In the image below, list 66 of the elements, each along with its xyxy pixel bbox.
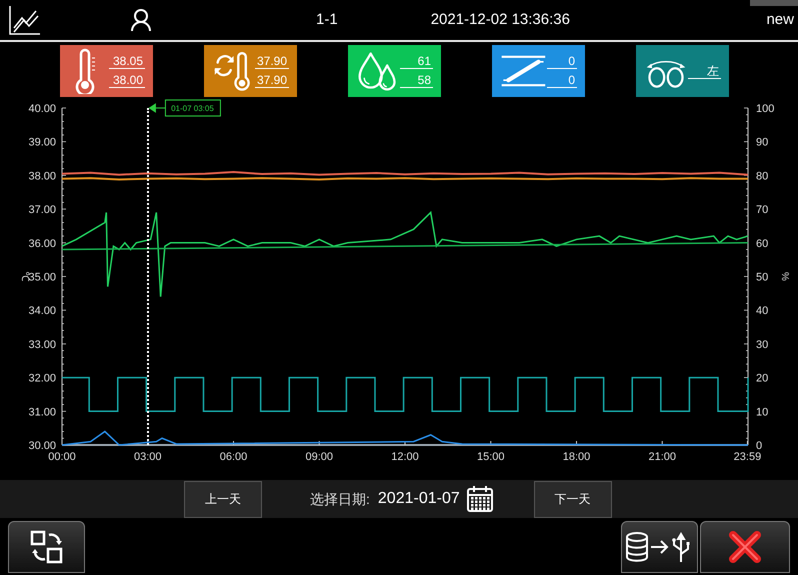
tick-label: 40: [756, 305, 768, 318]
tick-label: 50: [756, 272, 768, 284]
tick-label: 30.00: [28, 440, 56, 452]
tick-label: 34.00: [28, 305, 56, 318]
date-time: 2021-12-02 13:36:36: [430, 10, 570, 30]
status-card[interactable]: 37.90 37.90: [204, 45, 297, 97]
close-icon: [728, 530, 762, 564]
reading-value: 38.00: [109, 73, 145, 88]
tick-label: 38.00: [28, 170, 56, 182]
reading-value: 58: [400, 73, 433, 88]
axis-label: %: [779, 272, 790, 281]
tick-label: 18:00: [562, 451, 590, 463]
tick-label: 90: [756, 136, 768, 149]
close-button[interactable]: [700, 521, 790, 573]
station-number: 1-1: [316, 10, 338, 30]
status-card[interactable]: 61 58: [348, 45, 441, 97]
tick-label: 30: [756, 338, 768, 351]
reading-value: 左: [688, 64, 721, 78]
cursor-line[interactable]: [147, 108, 150, 445]
reading-value: 0: [546, 73, 577, 88]
tick-label: 10: [756, 406, 768, 418]
tick-label: 60: [756, 238, 768, 250]
tick-label: 03:00: [134, 451, 162, 463]
tick-label: 80: [756, 170, 768, 182]
previous-day-button[interactable]: 上一天: [184, 480, 262, 518]
tick-label: 35.00: [28, 272, 56, 284]
annotation: 01-07 03:05: [171, 104, 214, 113]
cursor-label: 01-07 03:05: [148, 100, 221, 116]
tick-label: 21:00: [648, 451, 676, 463]
date-label: 选择日期:: [310, 490, 370, 508]
tick-label: 20: [756, 372, 768, 385]
tick-label: 36.00: [28, 238, 56, 250]
reading-value: 37.90: [255, 73, 289, 88]
trend-chart-icon[interactable]: [8, 4, 42, 36]
tick-label: 0: [756, 440, 762, 452]
tick-label: 40.00: [28, 103, 56, 115]
tick-label: 31.00: [28, 406, 56, 418]
axis-label: ℃: [19, 272, 30, 282]
status-card[interactable]: 38.05 38.00: [60, 45, 153, 97]
status-card[interactable]: 0 0: [492, 45, 585, 97]
status-card[interactable]: 左: [636, 45, 729, 97]
tick-label: 37.00: [28, 204, 56, 216]
tick-label: 32.00: [28, 372, 56, 385]
tick-label: 09:00: [305, 451, 334, 463]
reading-value: 38.05: [109, 54, 145, 69]
swap-view-button[interactable]: [8, 521, 85, 573]
reading-value: 37.90: [255, 54, 289, 69]
tab-strip: [750, 0, 798, 6]
mode-label: new: [766, 10, 794, 30]
date-value: 2021-01-07: [378, 489, 460, 509]
reading-value: 61: [400, 54, 433, 69]
tick-label: 100: [756, 103, 774, 115]
next-day-button[interactable]: 下一天: [534, 480, 612, 518]
tick-label: 39.00: [28, 136, 56, 149]
calendar-icon[interactable]: [466, 485, 494, 513]
tick-label: 15:00: [476, 451, 505, 463]
tick-label: 00:00: [48, 451, 76, 463]
tick-label: 06:00: [220, 451, 248, 463]
tick-label: 33.00: [28, 338, 56, 351]
tick-label: 70: [756, 204, 768, 216]
tick-label: 23:59: [734, 451, 762, 463]
tick-label: 12:00: [391, 451, 419, 463]
swap-icon: [28, 529, 64, 565]
export-to-usb-button[interactable]: [621, 521, 698, 573]
user-icon[interactable]: [130, 8, 152, 32]
reading-value: 0: [546, 54, 577, 69]
